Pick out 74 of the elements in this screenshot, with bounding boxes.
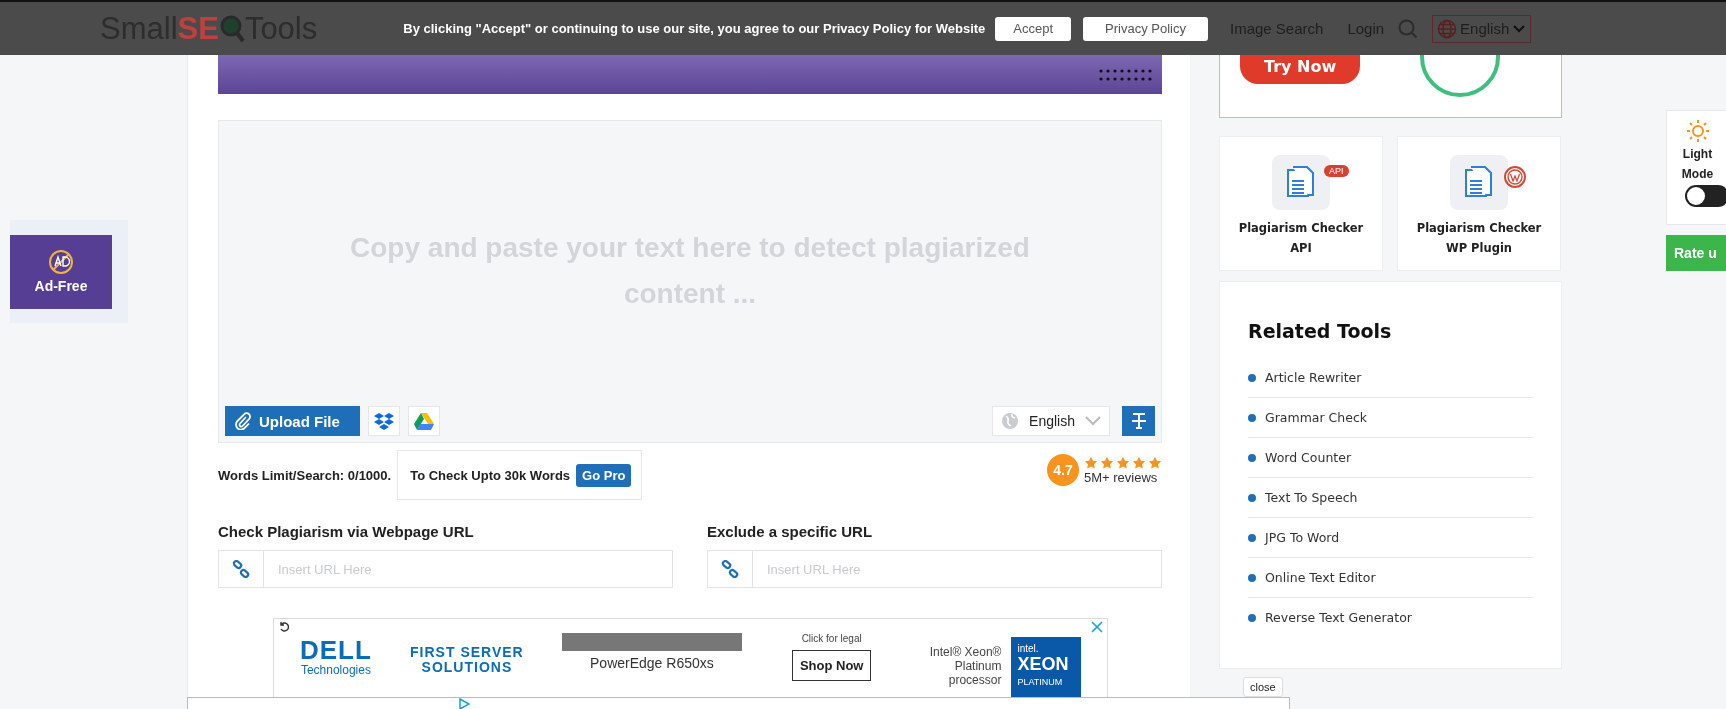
related-tool-link[interactable]: Online Text Editor [1265, 570, 1376, 585]
related-tool-link[interactable]: JPG To Word [1265, 530, 1340, 545]
sun-icon [1685, 119, 1710, 143]
rating-score: 4.7 [1047, 454, 1079, 486]
dropbox-button[interactable] [367, 406, 400, 436]
related-tool-link[interactable]: Grammar Check [1265, 410, 1368, 425]
related-tools-title: Related Tools [1248, 320, 1393, 342]
field-label: Exclude a specific URL [707, 523, 874, 540]
ad-headline: FIRST SERVER SOLUTIONS [409, 645, 525, 675]
star-icon [1132, 455, 1146, 470]
star-icon [1148, 455, 1162, 470]
bullet-icon [1248, 573, 1256, 582]
strikethrough-icon [1130, 412, 1147, 430]
bullet-icon [1248, 373, 1256, 382]
text-format-button[interactable] [1122, 406, 1155, 436]
tool-card[interactable]: API Plagiarism Checker API [1219, 136, 1383, 271]
related-tool-link[interactable]: Word Counter [1265, 450, 1352, 465]
theme-label: Light Mode [1680, 146, 1715, 183]
chevron-down-icon [1512, 23, 1527, 34]
related-tool-link[interactable]: Article Rewriter [1265, 370, 1362, 385]
reload-icon [279, 622, 289, 632]
star-icon [1100, 455, 1114, 470]
field-label: Check Plagiarism via Webpage URL [218, 523, 475, 540]
upgrade-text: To Check Upto 30k Words [410, 467, 571, 483]
processor-badge: intel. XEON PLATINUM [1011, 637, 1082, 697]
magnifier-logo-icon [218, 13, 245, 44]
go-pro-button[interactable]: Go Pro [576, 463, 632, 487]
tool-card-title: Plagiarism Checker API [1237, 220, 1365, 257]
bullet-icon [1248, 413, 1256, 422]
dropbox-icon [373, 412, 394, 430]
document-icon [1464, 165, 1494, 200]
tool-card-title: Plagiarism Checker WP Plugin [1415, 220, 1543, 257]
upload-file-button[interactable]: Upload File [225, 406, 360, 436]
paperclip-icon [235, 412, 251, 430]
privacy-policy-button[interactable]: Privacy Policy [1083, 16, 1208, 41]
words-limit-text: Words Limit/Search: 0/1000. [218, 467, 392, 483]
theme-toggle[interactable] [1684, 185, 1726, 207]
bullet-icon [1248, 453, 1256, 462]
cookie-message: By clicking "Accept" or continuing to use our site, you agree to our Privacy Policy for Website [403, 21, 986, 36]
accept-button[interactable]: Accept [995, 16, 1072, 41]
ad-product-name: PowerEdge R650xs [590, 655, 714, 671]
reviews-count: 5M+ reviews [1084, 469, 1158, 485]
google-drive-button[interactable] [407, 406, 440, 436]
close-button[interactable]: close [1243, 677, 1283, 697]
tool-card[interactable]: Plagiarism Checker WP Plugin [1397, 136, 1561, 271]
chevron-down-icon [1085, 416, 1101, 426]
ad-choices-icon [458, 698, 470, 709]
globe-icon [1001, 412, 1020, 430]
globe-icon [1437, 18, 1458, 39]
drive-icon [413, 412, 434, 430]
related-tool-link[interactable]: Text To Speech [1265, 490, 1358, 505]
bullet-icon [1248, 493, 1256, 502]
ad-processor-text: Intel® Xeon® Platinum processor [928, 645, 1002, 687]
shop-now-button[interactable]: Shop Now [791, 650, 872, 681]
try-now-button[interactable]: Try Now [1240, 55, 1361, 84]
link-icon [232, 560, 250, 578]
no-ads-icon [48, 249, 74, 275]
ad-legal-text: Click for legal [801, 633, 862, 644]
link-icon [721, 560, 739, 578]
star-icon [1084, 455, 1098, 470]
related-tool-link[interactable]: Reverse Text Generator [1265, 610, 1412, 625]
bullet-icon [1248, 533, 1256, 542]
dot-pattern-icon [1098, 67, 1154, 82]
document-icon [1286, 165, 1316, 200]
api-badge: API [1324, 165, 1349, 177]
ad-brand: DELL [300, 637, 372, 663]
ad-free-button[interactable]: Ad-Free [10, 234, 112, 309]
close-icon[interactable] [1091, 621, 1103, 633]
wordpress-icon [1504, 166, 1526, 188]
logo-text: SE [177, 10, 219, 47]
ad-brand-subtitle: Technologies [300, 663, 371, 677]
star-icon [1116, 455, 1130, 470]
language-dropdown[interactable]: English [992, 406, 1110, 436]
bullet-icon [1248, 613, 1256, 622]
